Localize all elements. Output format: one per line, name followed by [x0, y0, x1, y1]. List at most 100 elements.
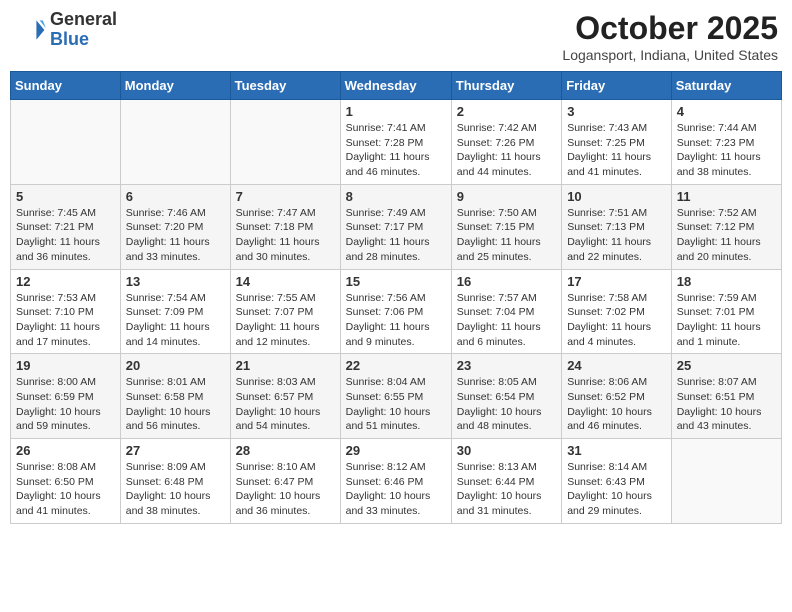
- day-number: 23: [457, 358, 556, 373]
- day-info: Sunrise: 7:43 AM Sunset: 7:25 PM Dayligh…: [567, 121, 666, 180]
- table-row: 2 Sunrise: 7:42 AM Sunset: 7:26 PM Daylig…: [451, 100, 561, 185]
- table-row: 27 Sunrise: 8:09 AM Sunset: 6:48 PM Dayli…: [120, 439, 230, 524]
- col-wednesday: Wednesday: [340, 72, 451, 100]
- day-number: 21: [236, 358, 335, 373]
- table-row: 9Sunrise: 7:50 AM Sunset: 7:15 PM Daylig…: [451, 184, 561, 269]
- day-info: Sunrise: 8:10 AM Sunset: 6:47 PM Dayligh…: [236, 460, 335, 519]
- day-number: 29: [346, 443, 446, 458]
- day-info: Sunrise: 7:58 AM Sunset: 7:02 PM Dayligh…: [567, 291, 666, 350]
- day-info: Sunrise: 8:14 AM Sunset: 6:43 PM Dayligh…: [567, 460, 666, 519]
- page-header: General Blue October 2025 Logansport, In…: [10, 10, 782, 63]
- table-row: 16Sunrise: 7:57 AM Sunset: 7:04 PM Dayli…: [451, 269, 561, 354]
- day-info: Sunrise: 7:45 AM Sunset: 7:21 PM Dayligh…: [16, 206, 115, 265]
- table-row: 13 Sunrise: 7:54 AM Sunset: 7:09 PM Dayli…: [120, 269, 230, 354]
- day-number: 28: [236, 443, 335, 458]
- day-number: 19: [16, 358, 115, 373]
- day-info: Sunrise: 8:07 AM Sunset: 6:51 PM Dayligh…: [677, 375, 776, 434]
- col-thursday: Thursday: [451, 72, 561, 100]
- table-row: 30 Sunrise: 8:13 AM Sunset: 6:44 PM Dayli…: [451, 439, 561, 524]
- table-row: 11 Sunrise: 7:52 AM Sunset: 7:12 PM Dayli…: [671, 184, 781, 269]
- table-row: 29 Sunrise: 8:12 AM Sunset: 6:46 PM Dayli…: [340, 439, 451, 524]
- day-number: 13: [126, 274, 225, 289]
- calendar-header-row: Sunday Monday Tuesday Wednesday Thursday…: [11, 72, 782, 100]
- table-row: 20 Sunrise: 8:01 AM Sunset: 6:58 PM Dayli…: [120, 354, 230, 439]
- table-row: [230, 100, 340, 185]
- day-number: 30: [457, 443, 556, 458]
- day-number: 10: [567, 189, 666, 204]
- day-number: 12: [16, 274, 115, 289]
- day-info: Sunrise: 7:41 AM Sunset: 7:28 PM Dayligh…: [346, 121, 446, 180]
- day-number: 17: [567, 274, 666, 289]
- day-info: Sunrise: 7:46 AM Sunset: 7:20 PM Dayligh…: [126, 206, 225, 265]
- col-saturday: Saturday: [671, 72, 781, 100]
- table-row: 3 Sunrise: 7:43 AM Sunset: 7:25 PM Daylig…: [562, 100, 672, 185]
- day-number: 2: [457, 104, 556, 119]
- day-info: Sunrise: 7:56 AM Sunset: 7:06 PM Dayligh…: [346, 291, 446, 350]
- day-number: 7: [236, 189, 335, 204]
- day-number: 20: [126, 358, 225, 373]
- table-row: [120, 100, 230, 185]
- day-number: 26: [16, 443, 115, 458]
- table-row: 8 Sunrise: 7:49 AM Sunset: 7:17 PM Daylig…: [340, 184, 451, 269]
- day-info: Sunrise: 8:01 AM Sunset: 6:58 PM Dayligh…: [126, 375, 225, 434]
- day-info: Sunrise: 7:42 AM Sunset: 7:26 PM Dayligh…: [457, 121, 556, 180]
- day-info: Sunrise: 7:55 AM Sunset: 7:07 PM Dayligh…: [236, 291, 335, 350]
- table-row: 23 Sunrise: 8:05 AM Sunset: 6:54 PM Dayli…: [451, 354, 561, 439]
- table-row: 10 Sunrise: 7:51 AM Sunset: 7:13 PM Dayli…: [562, 184, 672, 269]
- day-info: Sunrise: 7:52 AM Sunset: 7:12 PM Dayligh…: [677, 206, 776, 265]
- day-info: Sunrise: 8:03 AM Sunset: 6:57 PM Dayligh…: [236, 375, 335, 434]
- day-info: Sunrise: 7:49 AM Sunset: 7:17 PM Dayligh…: [346, 206, 446, 265]
- day-number: 18: [677, 274, 776, 289]
- day-info: Sunrise: 8:13 AM Sunset: 6:44 PM Dayligh…: [457, 460, 556, 519]
- day-number: 6: [126, 189, 225, 204]
- day-number: 4: [677, 104, 776, 119]
- title-block: October 2025 Logansport, Indiana, United…: [562, 10, 778, 63]
- day-info: Sunrise: 8:08 AM Sunset: 6:50 PM Dayligh…: [16, 460, 115, 519]
- table-row: 12 Sunrise: 7:53 AM Sunset: 7:10 PM Dayli…: [11, 269, 121, 354]
- day-info: Sunrise: 7:54 AM Sunset: 7:09 PM Dayligh…: [126, 291, 225, 350]
- table-row: 24 Sunrise: 8:06 AM Sunset: 6:52 PM Dayli…: [562, 354, 672, 439]
- day-info: Sunrise: 8:12 AM Sunset: 6:46 PM Dayligh…: [346, 460, 446, 519]
- table-row: 28 Sunrise: 8:10 AM Sunset: 6:47 PM Dayli…: [230, 439, 340, 524]
- day-info: Sunrise: 7:50 AM Sunset: 7:15 PM Dayligh…: [457, 206, 556, 265]
- day-info: Sunrise: 7:51 AM Sunset: 7:13 PM Dayligh…: [567, 206, 666, 265]
- table-row: 25 Sunrise: 8:07 AM Sunset: 6:51 PM Dayli…: [671, 354, 781, 439]
- col-friday: Friday: [562, 72, 672, 100]
- day-info: Sunrise: 7:57 AM Sunset: 7:04 PM Dayligh…: [457, 291, 556, 350]
- day-number: 8: [346, 189, 446, 204]
- day-info: Sunrise: 7:47 AM Sunset: 7:18 PM Dayligh…: [236, 206, 335, 265]
- day-info: Sunrise: 7:53 AM Sunset: 7:10 PM Dayligh…: [16, 291, 115, 350]
- table-row: 17 Sunrise: 7:58 AM Sunset: 7:02 PM Dayli…: [562, 269, 672, 354]
- table-row: 6 Sunrise: 7:46 AM Sunset: 7:20 PM Daylig…: [120, 184, 230, 269]
- day-info: Sunrise: 8:04 AM Sunset: 6:55 PM Dayligh…: [346, 375, 446, 434]
- day-number: 27: [126, 443, 225, 458]
- day-number: 22: [346, 358, 446, 373]
- table-row: 4Sunrise: 7:44 AM Sunset: 7:23 PM Daylig…: [671, 100, 781, 185]
- table-row: 19Sunrise: 8:00 AM Sunset: 6:59 PM Dayli…: [11, 354, 121, 439]
- day-info: Sunrise: 8:09 AM Sunset: 6:48 PM Dayligh…: [126, 460, 225, 519]
- table-row: 14 Sunrise: 7:55 AM Sunset: 7:07 PM Dayli…: [230, 269, 340, 354]
- month-title: October 2025: [562, 10, 778, 47]
- day-number: 3: [567, 104, 666, 119]
- col-tuesday: Tuesday: [230, 72, 340, 100]
- day-number: 15: [346, 274, 446, 289]
- table-row: 21 Sunrise: 8:03 AM Sunset: 6:57 PM Dayli…: [230, 354, 340, 439]
- day-number: 24: [567, 358, 666, 373]
- day-info: Sunrise: 8:06 AM Sunset: 6:52 PM Dayligh…: [567, 375, 666, 434]
- logo: General Blue: [14, 10, 117, 50]
- day-number: 14: [236, 274, 335, 289]
- day-info: Sunrise: 7:59 AM Sunset: 7:01 PM Dayligh…: [677, 291, 776, 350]
- day-info: Sunrise: 8:05 AM Sunset: 6:54 PM Dayligh…: [457, 375, 556, 434]
- table-row: 26 Sunrise: 8:08 AM Sunset: 6:50 PM Dayli…: [11, 439, 121, 524]
- day-number: 11: [677, 189, 776, 204]
- logo-icon: [14, 14, 46, 46]
- logo-text: General Blue: [50, 10, 117, 50]
- day-number: 31: [567, 443, 666, 458]
- table-row: 1 Sunrise: 7:41 AM Sunset: 7:28 PM Daylig…: [340, 100, 451, 185]
- day-number: 1: [346, 104, 446, 119]
- table-row: 18 Sunrise: 7:59 AM Sunset: 7:01 PM Dayli…: [671, 269, 781, 354]
- col-sunday: Sunday: [11, 72, 121, 100]
- day-number: 25: [677, 358, 776, 373]
- table-row: 5 Sunrise: 7:45 AM Sunset: 7:21 PM Daylig…: [11, 184, 121, 269]
- day-number: 5: [16, 189, 115, 204]
